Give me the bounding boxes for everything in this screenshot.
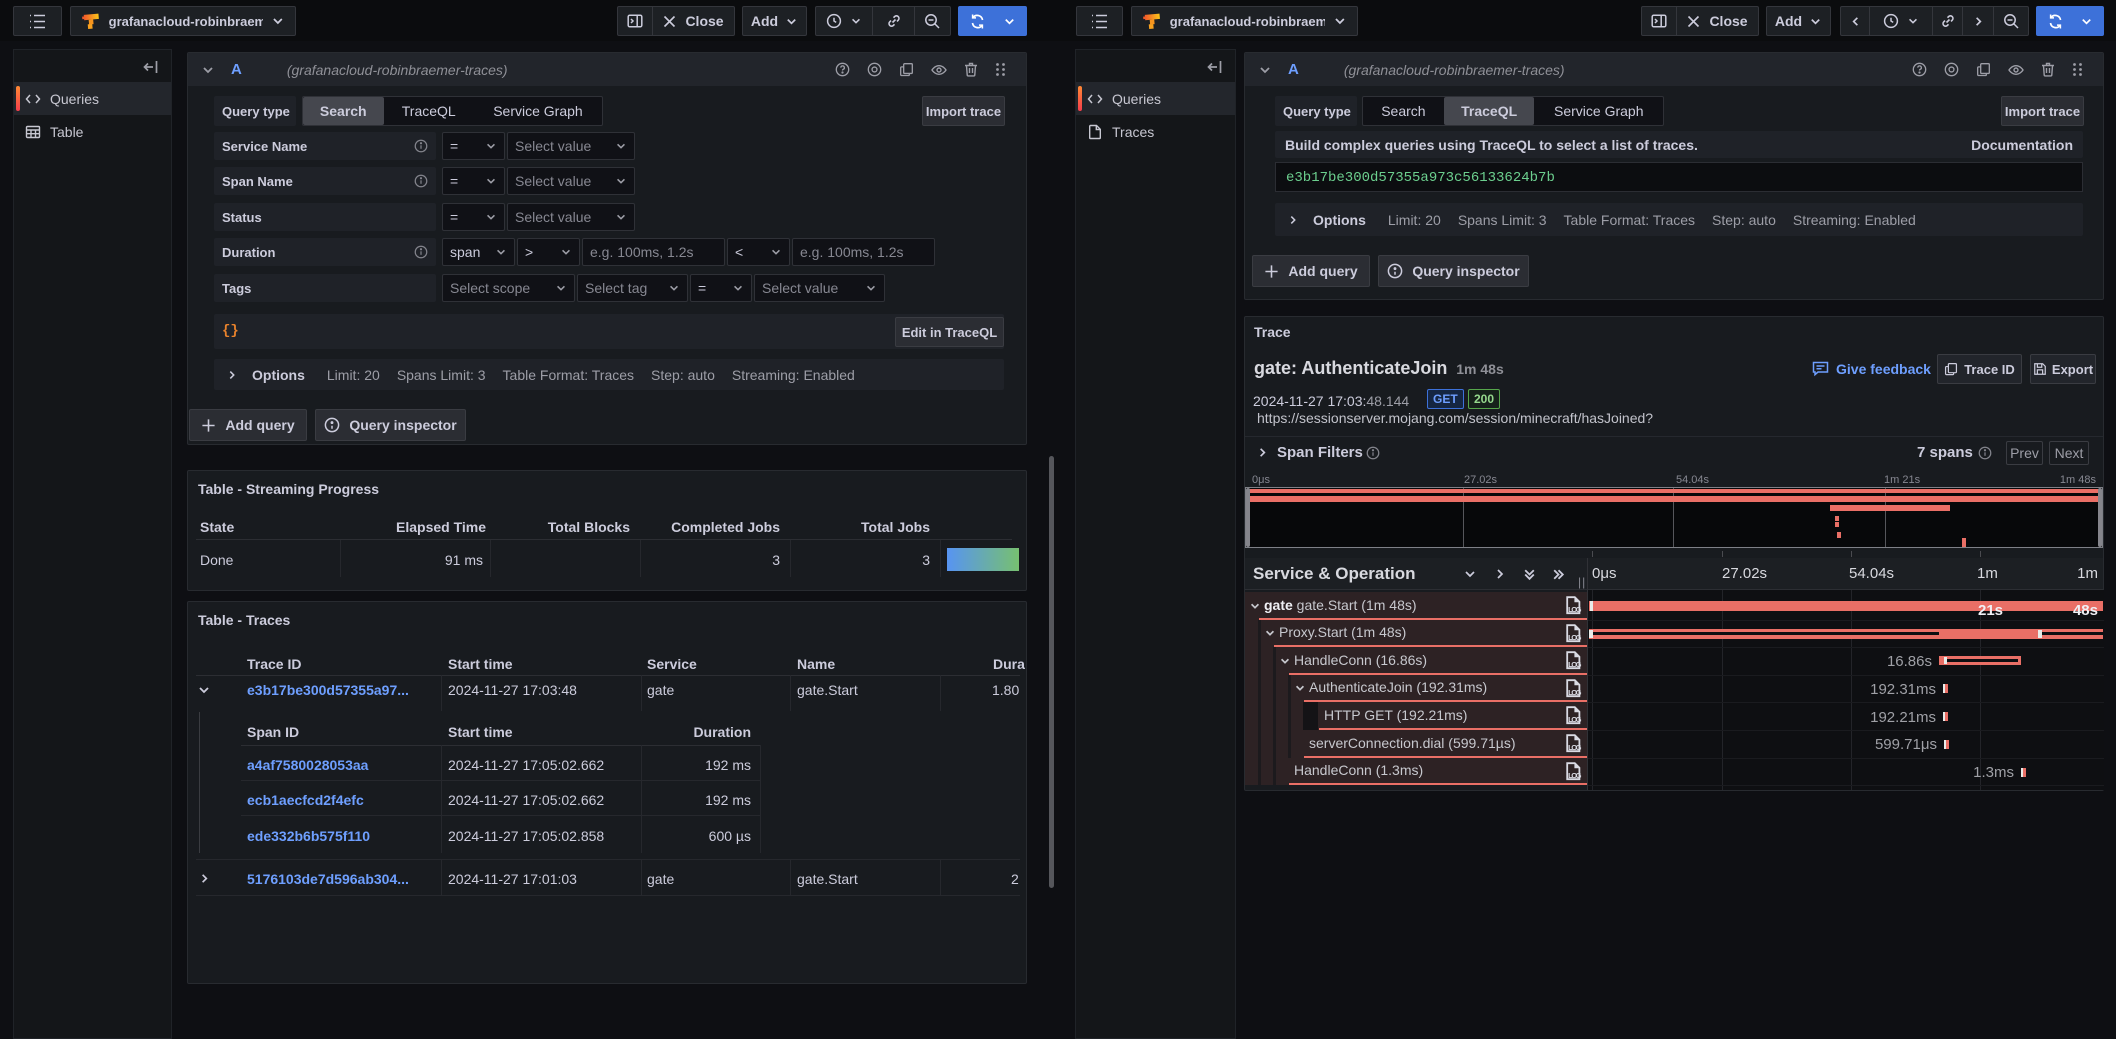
svg-text:LOG: LOG	[1568, 715, 1582, 724]
svg-text:LOG: LOG	[1568, 688, 1582, 697]
svg-text:LOG: LOG	[1568, 771, 1582, 780]
svg-text:LOG: LOG	[1568, 633, 1582, 642]
svg-text:LOG: LOG	[1568, 605, 1582, 614]
svg-text:LOG: LOG	[1568, 660, 1582, 669]
svg-text:LOG: LOG	[1568, 743, 1582, 752]
